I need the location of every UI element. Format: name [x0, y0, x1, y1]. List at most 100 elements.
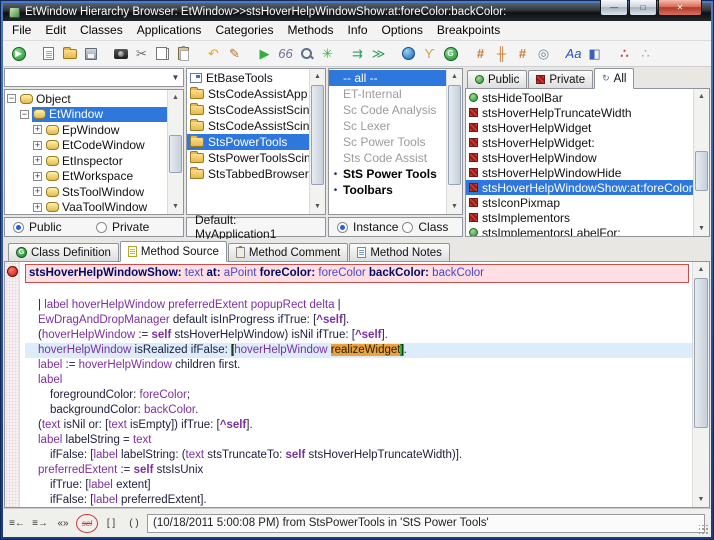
category-list-item[interactable]: Sts Code Assist — [329, 150, 446, 166]
sel-button[interactable]: sel — [76, 514, 98, 533]
category-list-item[interactable]: -- all -- — [329, 70, 446, 86]
refresh-icon[interactable]: G — [440, 43, 461, 64]
tree-item[interactable]: +EtWorkspace — [5, 169, 167, 185]
hierarchy-icon[interactable]: ϒ — [419, 43, 440, 64]
users-red-icon[interactable]: ∴ — [614, 43, 635, 64]
grid-add-icon[interactable]: # — [470, 43, 491, 64]
application-list-item[interactable]: StsPowerToolsScintilla — [187, 150, 309, 166]
menu-applications[interactable]: Applications — [130, 21, 209, 40]
scroll-down-icon[interactable]: ▼ — [310, 199, 325, 214]
chevron-down-icon[interactable]: ▼ — [168, 73, 183, 82]
debug-icon[interactable]: ✳ — [317, 43, 338, 64]
category-list-scrollbar[interactable]: ▲ ▼ — [446, 69, 462, 214]
menu-info[interactable]: Info — [341, 21, 375, 40]
expand-toggle-icon[interactable]: + — [33, 156, 42, 165]
globe-gray-icon[interactable]: ◎ — [533, 43, 554, 64]
scroll-down-icon[interactable]: ▼ — [168, 199, 183, 214]
method-list-item[interactable]: stsHoverHelpWidget: — [466, 135, 693, 150]
tree-item[interactable]: +StsToolWindow — [5, 184, 167, 200]
application-list-item[interactable]: StsPowerTools — [187, 134, 309, 150]
scroll-up-icon[interactable]: ▲ — [310, 69, 325, 84]
save-icon[interactable] — [80, 43, 101, 64]
scroll-up-icon[interactable]: ▲ — [447, 69, 462, 84]
application-list-scrollbar[interactable]: ▲ ▼ — [309, 69, 325, 214]
quotes-button[interactable]: «» — [53, 514, 73, 533]
play-icon[interactable]: ▶ — [254, 43, 275, 64]
class-radio[interactable]: Class — [402, 220, 454, 234]
scrollbar-thumb[interactable] — [694, 278, 708, 428]
method-list-item[interactable]: stsHoverHelpWindowShow:at:foreColor:back… — [466, 180, 693, 195]
scroll-up-icon[interactable]: ▲ — [694, 89, 709, 104]
application-list-item[interactable]: StsCodeAssistApp — [187, 86, 309, 102]
menu-methods[interactable]: Methods — [280, 21, 340, 40]
category-list-item[interactable]: Sc Code Analysis — [329, 102, 446, 118]
menu-options[interactable]: Options — [375, 21, 430, 40]
category-list-item[interactable]: •Toolbars — [329, 182, 446, 198]
spectacles-icon[interactable]: 66 — [275, 43, 296, 64]
open-folder-icon[interactable] — [59, 43, 80, 64]
minimize-button[interactable]: — — [600, 0, 628, 16]
method-list-item[interactable]: stsIconPixmap — [466, 195, 693, 210]
expand-toggle-icon[interactable]: − — [20, 110, 29, 119]
method-list-item[interactable]: stsHoverHelpWidget — [466, 120, 693, 135]
users-outline-icon[interactable]: ∴ — [635, 43, 656, 64]
menu-classes[interactable]: Classes — [73, 21, 130, 40]
method-source-view[interactable]: stsHoverHelpWindowShow: text at: aPoint … — [20, 262, 692, 507]
category-list-item[interactable]: ET-Internal — [329, 86, 446, 102]
application-list-item[interactable]: StsCodeAssistScintillaLe: — [187, 118, 309, 134]
menu-file[interactable]: File — [5, 21, 38, 40]
expand-toggle-icon[interactable]: + — [33, 187, 42, 196]
editor-scrollbar[interactable]: ▲ ▼ — [692, 262, 709, 507]
method-list-item[interactable]: stsHoverHelpWindowHide — [466, 165, 693, 180]
method-list-item[interactable]: stsImplementors — [466, 210, 693, 225]
resize-grip[interactable] — [699, 525, 709, 535]
category-list-item[interactable]: •StS Power Tools — [329, 166, 446, 182]
application-list-item[interactable]: StsTabbedBrowserApp — [187, 166, 309, 182]
expand-toggle-icon[interactable]: + — [33, 125, 42, 134]
expand-toggle-icon[interactable]: + — [33, 141, 42, 150]
menu-categories[interactable]: Categories — [208, 21, 280, 40]
tree-item[interactable]: −Object — [5, 91, 167, 107]
expand-toggle-icon[interactable]: − — [7, 94, 16, 103]
menu-breakpoints[interactable]: Breakpoints — [430, 21, 507, 40]
expand-toggle-icon[interactable]: + — [33, 172, 42, 181]
scrollbar-thumb[interactable] — [695, 151, 708, 191]
search-icon[interactable] — [296, 43, 317, 64]
method-list-item[interactable]: stsImplementorsLabelFor: — [466, 225, 693, 236]
tree-item[interactable]: +EtInspector — [5, 153, 167, 169]
paste-icon[interactable] — [173, 43, 194, 64]
run-icon[interactable]: ▶ — [8, 43, 29, 64]
application-list-item[interactable]: StsCodeAssistScintillaCo — [187, 102, 309, 118]
class-tree-scrollbar[interactable]: ▲ ▼ — [167, 90, 183, 214]
breakpoint-gutter[interactable] — [5, 262, 20, 507]
outdent-button[interactable]: ≡← — [7, 514, 27, 533]
tab-class-definition[interactable]: GClass Definition — [8, 243, 119, 261]
globe-icon[interactable] — [398, 43, 419, 64]
public-radio[interactable]: Public — [13, 220, 92, 234]
camera-icon[interactable] — [110, 43, 131, 64]
grid-icon[interactable]: # — [512, 43, 533, 64]
tab-public[interactable]: Public — [467, 70, 527, 88]
tab-method-notes[interactable]: Method Notes — [349, 243, 450, 261]
tab-private[interactable]: Private — [528, 70, 593, 88]
scroll-up-icon[interactable]: ▲ — [168, 90, 183, 105]
grid-pause-icon[interactable]: ╫ — [491, 43, 512, 64]
fill-icon[interactable]: ◧ — [584, 43, 605, 64]
tree-item[interactable]: +EpWindow — [5, 122, 167, 138]
tree-item[interactable]: +EtCodeWindow — [5, 138, 167, 154]
font-icon[interactable]: Aa — [563, 43, 584, 64]
pen-icon[interactable]: ✎ — [224, 43, 245, 64]
implementors-icon[interactable]: ≫ — [368, 43, 389, 64]
senders-icon[interactable]: ⇉ — [347, 43, 368, 64]
brackets-button[interactable]: [ ] — [101, 514, 121, 533]
scroll-down-icon[interactable]: ▼ — [694, 221, 709, 236]
undo-icon[interactable]: ↶ — [203, 43, 224, 64]
cut-icon[interactable]: ✂ — [131, 43, 152, 64]
tab-method-source[interactable]: Method Source — [120, 241, 227, 262]
class-filter-combobox[interactable]: ▼ — [4, 68, 184, 87]
maximize-button[interactable]: □ — [629, 0, 657, 16]
method-list-item[interactable]: stsHoverHelpTruncateWidth — [466, 105, 693, 120]
application-list-item[interactable]: EtBaseTools — [187, 70, 309, 86]
parens-button[interactable]: ( ) — [124, 514, 144, 533]
close-button[interactable]: ✕ — [658, 0, 702, 16]
